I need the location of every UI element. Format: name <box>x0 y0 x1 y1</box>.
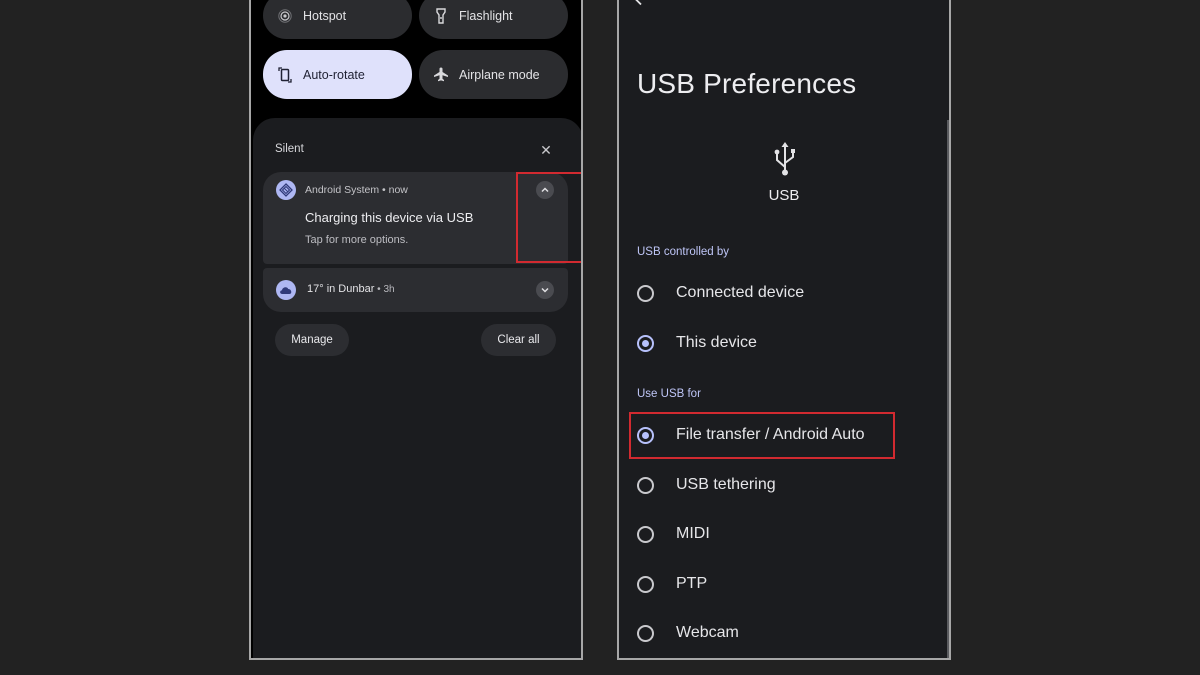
option-label: PTP <box>676 575 708 592</box>
close-icon[interactable]: ✕ <box>538 143 554 159</box>
hotspot-tile[interactable]: Hotspot <box>263 0 412 39</box>
airplane-mode-tile[interactable]: Airplane mode <box>419 50 568 99</box>
notification-app-meta: Android System • now <box>305 184 408 196</box>
radio-button[interactable] <box>637 525 654 543</box>
android-system-icon <box>276 180 296 200</box>
option-this-device[interactable]: This device <box>637 326 757 360</box>
chevron-down-icon[interactable] <box>536 281 554 299</box>
radio-button[interactable] <box>637 476 654 494</box>
radio-button[interactable] <box>637 575 654 593</box>
page-title: USB Preferences <box>637 68 857 99</box>
notification-title: Charging this device via USB <box>305 210 474 225</box>
clear-all-button[interactable]: Clear all <box>481 324 556 356</box>
back-arrow-icon[interactable] <box>633 0 653 10</box>
auto-rotate-tile[interactable]: Auto-rotate <box>263 50 412 99</box>
usb-controlled-by-header: USB controlled by <box>637 246 730 258</box>
weather-notification[interactable]: 17° in Dunbar • 3h <box>263 268 568 312</box>
use-usb-for-header: Use USB for <box>637 388 701 400</box>
radio-button[interactable] <box>637 624 654 642</box>
airplane-icon <box>433 67 449 83</box>
flashlight-label: Flashlight <box>459 8 513 23</box>
option-label: Webcam <box>676 624 739 641</box>
option-label: This device <box>676 334 757 351</box>
flashlight-tile[interactable]: Flashlight <box>419 0 568 39</box>
weather-cloud-icon <box>276 280 296 300</box>
hotspot-label: Hotspot <box>303 8 347 23</box>
hotspot-icon <box>277 8 293 24</box>
radio-button[interactable] <box>637 284 654 302</box>
weather-meta: • 3h <box>374 284 395 295</box>
auto-rotate-icon <box>277 66 293 83</box>
option-connected-device[interactable]: Connected device <box>637 276 804 310</box>
auto-rotate-label: Auto-rotate <box>303 67 365 82</box>
weather-title: 17° in Dunbar <box>307 283 375 295</box>
option-usb-tethering[interactable]: USB tethering <box>637 468 776 502</box>
option-label: USB tethering <box>676 476 776 493</box>
usb-icon-label: USB <box>768 187 800 204</box>
option-ptp[interactable]: PTP <box>637 567 707 601</box>
manage-button[interactable]: Manage <box>275 324 349 356</box>
option-highlight-box <box>629 412 895 459</box>
notification-shade-screen: Hotspot Flashlight Auto-rotate Airplane … <box>249 0 583 660</box>
usb-preferences-screen: USB Preferences USB USB controlled by Co… <box>617 0 951 660</box>
radio-button-selected[interactable] <box>637 334 654 352</box>
airplane-mode-label: Airplane mode <box>459 67 540 82</box>
notification-highlight-box <box>516 172 581 263</box>
flashlight-icon <box>433 7 449 24</box>
option-label: Connected device <box>676 284 805 301</box>
silent-section-header: Silent <box>275 143 304 155</box>
notification-text: Tap for more options. <box>305 234 409 246</box>
option-label: MIDI <box>676 525 710 542</box>
usb-icon <box>772 141 798 177</box>
option-webcam[interactable]: Webcam <box>637 616 739 650</box>
option-midi[interactable]: MIDI <box>637 517 710 551</box>
